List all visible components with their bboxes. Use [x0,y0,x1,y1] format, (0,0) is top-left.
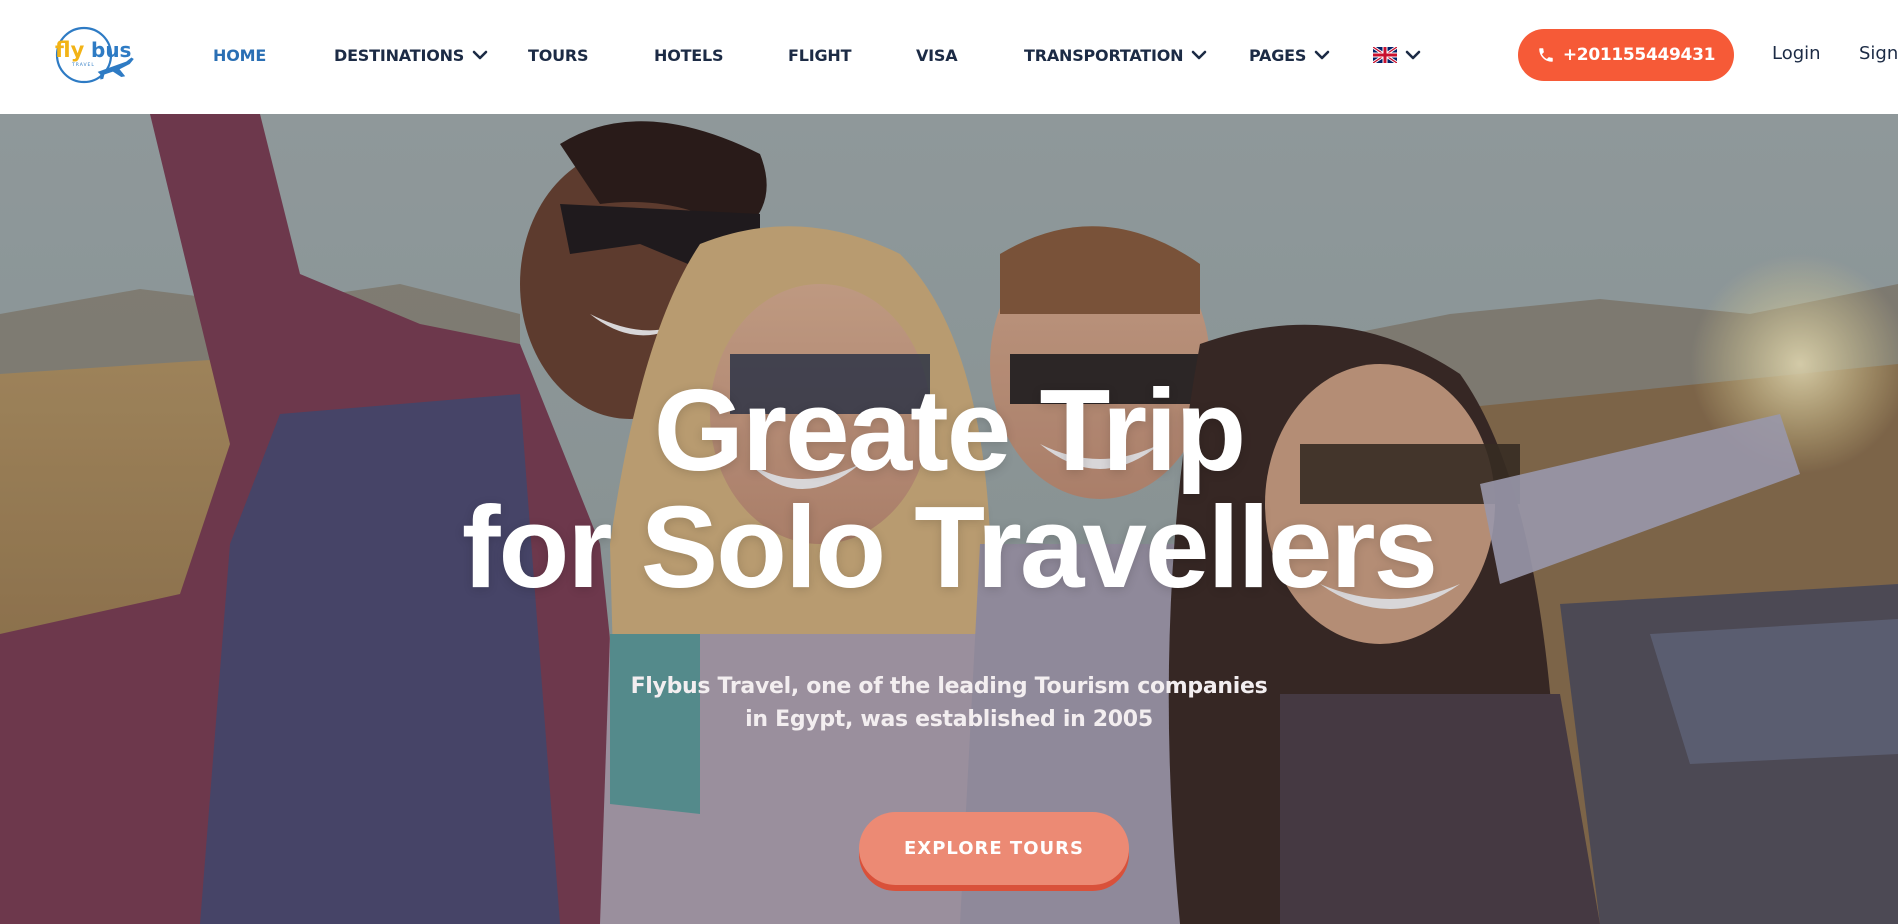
nav-home[interactable]: HOME [213,43,266,67]
nav-hotels[interactable]: HOTELS [654,43,724,67]
nav-destinations-label: DESTINATIONS [334,45,465,65]
phone-number: +201155449431 [1562,45,1716,65]
nav-transportation[interactable]: TRANSPORTATION [1024,43,1207,67]
hero-title-line1: Greate Trip [653,365,1246,495]
login-link[interactable]: Login [1772,43,1821,64]
explore-tours-button[interactable]: EXPLORE TOURS [859,812,1129,885]
chevron-down-icon [1405,49,1421,61]
uk-flag-icon [1373,47,1397,63]
hero-subtitle-line2: in Egypt, was established in 2005 [745,707,1153,732]
chevron-down-icon [1314,49,1330,61]
site-header: fly bus TRAVEL HOME DESTINATIONS TOURS H… [0,0,1898,114]
chevron-down-icon [1191,49,1207,61]
nav-transportation-label: TRANSPORTATION [1024,45,1184,65]
phone-icon [1537,46,1555,64]
hero-subtitle-line1: Flybus Travel, one of the leading Touris… [630,674,1268,699]
language-selector[interactable] [1373,43,1421,67]
nav-tours[interactable]: TOURS [528,43,589,67]
nav-destinations[interactable]: DESTINATIONS [334,43,488,67]
chevron-down-icon [472,49,488,61]
nav-tours-label: TOURS [528,45,589,65]
nav-visa-label: VISA [916,45,958,65]
nav-home-label: HOME [213,45,267,65]
nav-hotels-label: HOTELS [654,45,724,65]
nav-visa[interactable]: VISA [916,43,958,67]
phone-call-button[interactable]: +201155449431 [1518,29,1734,81]
signup-link[interactable]: Sign [1859,43,1898,64]
nav-flight-label: FLIGHT [788,45,852,65]
nav-flight[interactable]: FLIGHT [788,43,852,67]
hero-section: Greate Trip for Solo Travellers Flybus T… [0,114,1898,924]
nav-pages[interactable]: PAGES [1249,43,1330,67]
hero-title-line2: for Solo Travellers [461,482,1438,612]
nav-pages-label: PAGES [1249,45,1307,65]
